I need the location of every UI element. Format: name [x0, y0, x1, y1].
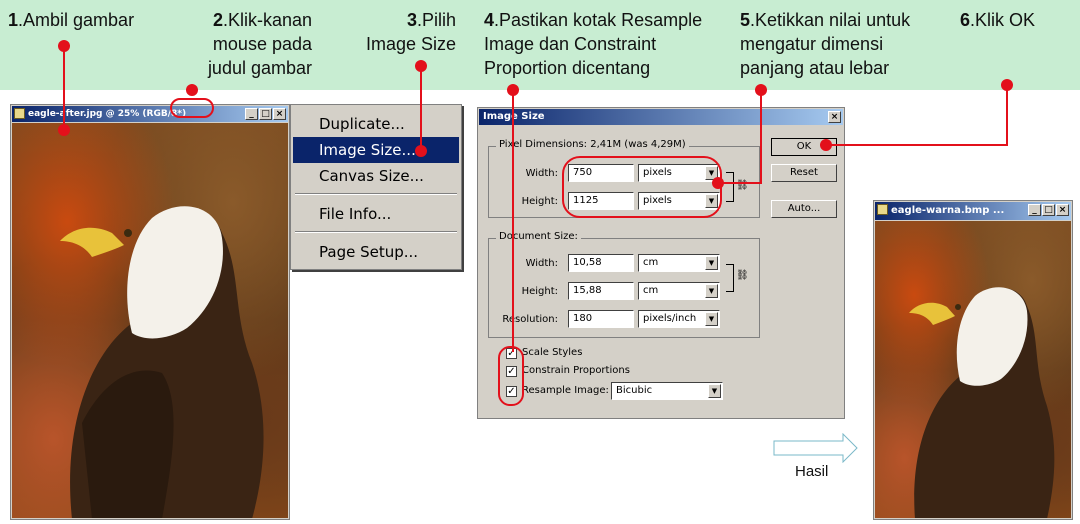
resolution-unit-select[interactable]: pixels/inch ▼: [638, 310, 720, 328]
step-4: 4.Pastikan kotak Resample Image dan Cons…: [484, 10, 703, 78]
doc-width-unit-select[interactable]: cm ▼: [638, 254, 720, 272]
annotation-dot: [58, 40, 70, 52]
close-icon[interactable]: ×: [828, 111, 841, 123]
resample-method-select[interactable]: Bicubic ▼: [611, 382, 723, 400]
menu-item-file-info[interactable]: File Info...: [293, 201, 459, 227]
constrain-proportions-label: Constrain Proportions: [522, 365, 630, 376]
chevron-down-icon: ▼: [705, 256, 718, 270]
resample-image-label: Resample Image:: [522, 385, 609, 396]
annotation-ring-dimensions: [562, 156, 722, 218]
pixel-width-label: Width:: [525, 168, 558, 179]
chevron-down-icon: ▼: [705, 284, 718, 298]
arrow-right-icon: [773, 433, 858, 463]
scale-styles-label: Scale Styles: [522, 347, 583, 358]
annotation-ring-titlebar: [170, 98, 214, 118]
annotation-dot: [755, 84, 767, 96]
resolution-label: Resolution:: [502, 314, 558, 325]
annotation-line: [512, 90, 514, 352]
annotation-dot: [507, 84, 519, 96]
minimize-icon[interactable]: _: [245, 108, 258, 120]
annotation-dot: [1001, 79, 1013, 91]
maximize-icon[interactable]: □: [259, 108, 272, 120]
document-icon: [14, 108, 25, 119]
annotation-line: [760, 90, 762, 183]
link-bracket: [726, 264, 734, 292]
result-image-window[interactable]: eagle-warna.bmp ... _ □ ×: [873, 200, 1073, 520]
menu-item-canvas-size[interactable]: Canvas Size...: [293, 163, 459, 189]
chevron-down-icon: ▼: [705, 312, 718, 326]
document-icon: [877, 204, 888, 215]
step-2: 2.Klik-kanan mouse pada judul gambar: [207, 10, 312, 78]
step-3: 3.Pilih Image Size: [365, 10, 456, 54]
link-bracket: [726, 172, 734, 202]
menu-item-image-size[interactable]: Image Size...: [293, 137, 459, 163]
annotation-dot: [415, 60, 427, 72]
step-5: 5.Ketikkan nilai untuk mengatur dimensi …: [740, 10, 911, 78]
close-icon[interactable]: ×: [273, 108, 286, 120]
annotation-line: [420, 65, 422, 151]
close-icon[interactable]: ×: [1056, 204, 1069, 216]
context-menu: Duplicate... Image Size... Canvas Size..…: [290, 104, 462, 270]
source-window-titlebar[interactable]: eagle-after.jpg @ 25% (RGB/8*) _ □ ×: [12, 106, 288, 122]
step-6: 6.Klik OK: [960, 10, 1036, 30]
menu-separator: [295, 193, 457, 195]
doc-height-input[interactable]: 15,88: [568, 282, 634, 300]
doc-width-label: Width:: [525, 258, 558, 269]
eagle-photo: [12, 123, 288, 518]
annotation-dot: [820, 139, 832, 151]
annotation-line: [63, 45, 65, 130]
chain-link-icon: ⛓: [736, 270, 749, 281]
annotation-dot: [58, 124, 70, 136]
annotation-ring-checkboxes: [498, 346, 524, 406]
annotation-line: [720, 182, 762, 184]
minimize-icon[interactable]: _: [1028, 204, 1041, 216]
source-window-title: eagle-after.jpg @ 25% (RGB/8*): [28, 109, 187, 119]
chevron-down-icon: ▼: [708, 384, 721, 398]
image-size-dialog: Image Size × OK Reset Auto... Pixel Dime…: [477, 107, 845, 419]
maximize-icon[interactable]: □: [1042, 204, 1055, 216]
menu-item-page-setup[interactable]: Page Setup...: [293, 239, 459, 265]
pixel-height-label: Height:: [521, 196, 558, 207]
doc-width-input[interactable]: 10,58: [568, 254, 634, 272]
reset-button[interactable]: Reset: [771, 164, 837, 182]
step-1: 1.Ambil gambar: [8, 10, 135, 30]
result-window-title: eagle-warna.bmp ...: [891, 205, 1005, 216]
result-window-titlebar[interactable]: eagle-warna.bmp ... _ □ ×: [875, 202, 1071, 220]
eagle-result-photo: [875, 221, 1071, 518]
result-label: Hasil: [795, 463, 829, 480]
document-size-label: Document Size:: [496, 231, 581, 242]
doc-height-label: Height:: [521, 286, 558, 297]
resolution-input[interactable]: 180: [568, 310, 634, 328]
annotation-dot: [415, 145, 427, 157]
dialog-titlebar[interactable]: Image Size ×: [479, 109, 843, 125]
annotation-line: [826, 144, 1008, 146]
source-image-window[interactable]: eagle-after.jpg @ 25% (RGB/8*) _ □ ×: [10, 104, 290, 520]
menu-separator: [295, 231, 457, 233]
doc-height-unit-select[interactable]: cm ▼: [638, 282, 720, 300]
annotation-dot: [712, 177, 724, 189]
pixel-dimensions-label: Pixel Dimensions: 2,41M (was 4,29M): [496, 139, 689, 150]
menu-item-duplicate[interactable]: Duplicate...: [293, 111, 459, 137]
annotation-dot: [186, 84, 198, 96]
annotation-line: [1006, 84, 1008, 146]
auto-button[interactable]: Auto...: [771, 200, 837, 218]
